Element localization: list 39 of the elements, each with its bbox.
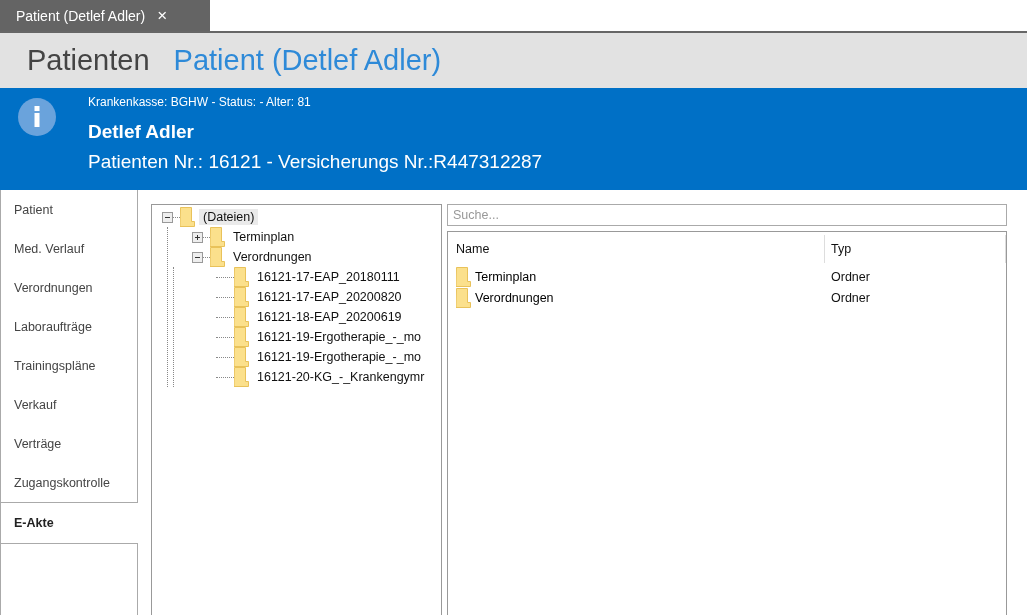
- patient-name: Detlef Adler: [88, 120, 195, 144]
- folder-icon: [234, 367, 250, 387]
- folder-icon: [210, 227, 226, 247]
- side-tab[interactable]: E-Akte: [0, 502, 138, 544]
- folder-icon: [234, 307, 250, 327]
- expand-icon[interactable]: [192, 231, 203, 243]
- close-button[interactable]: ×: [157, 5, 168, 26]
- tree-item[interactable]: 16121-19-Ergotherapie_-_mo: [253, 349, 425, 365]
- tree-item[interactable]: 16121-19-Ergotherapie_-_mo: [253, 329, 425, 345]
- column-header[interactable]: Name: [456, 235, 825, 263]
- tree-item[interactable]: 16121-17-EAP_20180111: [253, 269, 404, 285]
- patient-numbers: Patienten Nr.: 16121 - Versicherungs Nr.:R447312287: [88, 151, 543, 173]
- collapse-icon[interactable]: [192, 251, 203, 263]
- document-tab[interactable]: Patient (Detlef Adler) ×: [0, 0, 210, 31]
- column-header[interactable]: Typ: [825, 235, 1006, 263]
- collapse-icon[interactable]: [162, 211, 173, 223]
- file-name[interactable]: Verordnungen: [475, 290, 554, 305]
- breadcrumb-item[interactable]: Patienten: [27, 44, 150, 77]
- folder-icon: [210, 247, 226, 267]
- tab-label[interactable]: Patient (Detlef Adler): [16, 7, 146, 24]
- tree-item[interactable]: (Dateien): [199, 209, 259, 225]
- file-type: Ordner: [831, 269, 870, 284]
- tree-item[interactable]: 16121-17-EAP_20200820: [253, 289, 406, 305]
- folder-icon: [234, 327, 250, 347]
- folder-icon: [180, 207, 196, 227]
- file-name[interactable]: Terminplan: [475, 269, 537, 284]
- tree-item[interactable]: Verordnungen: [229, 249, 316, 265]
- folder-icon: [234, 287, 250, 307]
- tree-item[interactable]: Terminplan: [229, 229, 299, 245]
- info-icon: [18, 98, 56, 136]
- search-field[interactable]: Suche...: [447, 204, 1007, 226]
- folder-icon: [456, 287, 472, 308]
- file-type: Ordner: [831, 290, 870, 305]
- patient-meta: Krankenkasse: BGHW - Status: - Alter: 81: [88, 95, 312, 111]
- tree-item[interactable]: 16121-20-KG_-_Krankengymr: [253, 369, 429, 385]
- tree-item[interactable]: 16121-18-EAP_20200619: [253, 309, 406, 325]
- folder-icon: [234, 347, 250, 367]
- folder-icon: [234, 267, 250, 287]
- folder-icon: [456, 266, 472, 287]
